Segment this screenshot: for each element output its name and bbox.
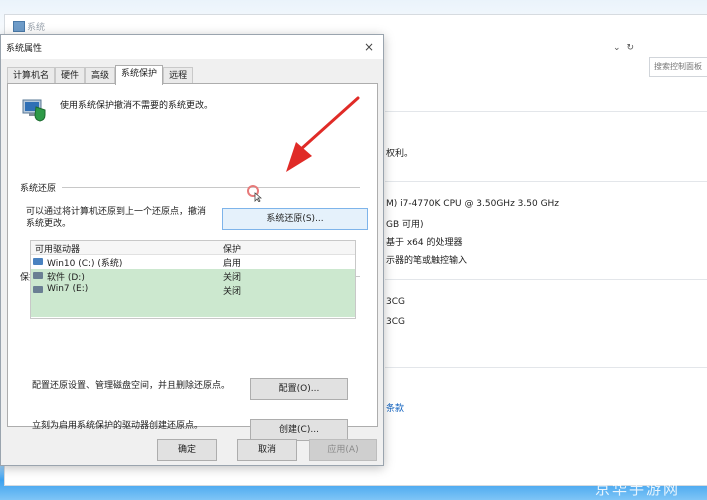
divider	[385, 279, 707, 280]
create-button[interactable]: 创建(C)...	[250, 419, 348, 441]
drive-status: 启用	[223, 259, 242, 269]
list-item[interactable]: Win10 (C:) (系统) 启用	[31, 255, 355, 269]
tab-hardware[interactable]: 硬件	[55, 67, 86, 84]
product-id-text: 3CG	[386, 317, 405, 327]
drive-icon	[33, 286, 43, 293]
search-input[interactable]: 搜索控制面板	[649, 57, 707, 77]
intro-text: 使用系统保护撤消不需要的系统更改。	[60, 101, 214, 111]
column-protection[interactable]: 保护	[223, 242, 241, 255]
loading-cursor-icon	[247, 185, 262, 202]
drive-name: Win7 (E:)	[47, 284, 89, 294]
drive-icon	[33, 258, 43, 265]
close-button[interactable]: ×	[355, 35, 383, 59]
list-item[interactable]: 软件 (D:) 关闭 Win7 (E:) 关闭	[31, 269, 355, 317]
rights-text: 权利。	[386, 149, 414, 159]
configure-button[interactable]: 配置(O)...	[250, 378, 348, 400]
refresh-icon[interactable]: ↻	[627, 43, 635, 53]
tab-computer-name[interactable]: 计算机名	[7, 67, 56, 84]
dialog-title: 系统属性	[6, 44, 43, 54]
list-header: 可用驱动器 保护	[31, 241, 355, 255]
config-description: 配置还原设置、管理磁盘空间，并且删除还原点。	[32, 381, 231, 391]
restore-group-label: 系统还原	[20, 181, 63, 194]
terms-link[interactable]: 条款	[386, 401, 404, 414]
system-type-text: 基于 x64 的处理器	[386, 238, 463, 248]
pen-touch-text: 示器的笔或触控输入	[386, 256, 468, 266]
tab-remote[interactable]: 远程	[163, 67, 194, 84]
ram-text: GB 可用)	[386, 220, 424, 230]
system-protection-panel: 使用系统保护撤消不需要的系统更改。 系统还原 可以通过将计算机还原到上一个还原点…	[7, 83, 378, 441]
restore-description: 可以通过将计算机还原到上一个还原点，撤消 系统更改。	[26, 207, 207, 229]
tab-system-protection[interactable]: 系统保护	[115, 65, 164, 85]
system-restore-button[interactable]: 系统还原(S)...	[222, 208, 368, 230]
control-panel-title: 系统	[27, 22, 46, 33]
drive-icon	[33, 272, 43, 279]
group-divider	[20, 187, 360, 188]
column-drives[interactable]: 可用驱动器	[35, 242, 80, 255]
system-properties-dialog: 系统属性 × 计算机名 硬件 高级 系统保护 远程 使用系统保护撤消不需要的系统…	[0, 34, 384, 466]
drive-status: 关闭	[223, 287, 242, 297]
product-id-text: 3CG	[386, 297, 405, 307]
drive-name: Win10 (C:) (系统)	[47, 259, 123, 269]
drive-name: 软件 (D:)	[47, 273, 85, 283]
tab-bar: 计算机名 硬件 高级 系统保护 远程	[7, 65, 194, 85]
watermark-text: 京华手游网	[595, 480, 681, 498]
tab-advanced[interactable]: 高级	[85, 67, 116, 84]
drive-status: 关闭	[223, 273, 242, 283]
cancel-button[interactable]: 取消	[237, 439, 297, 461]
divider	[385, 181, 707, 182]
dialog-titlebar: 系统属性 ×	[1, 35, 383, 59]
system-icon	[13, 21, 25, 32]
drive-list[interactable]: 可用驱动器 保护 Win10 (C:) (系统) 启用 软件 (D:) 关闭 W…	[30, 240, 356, 319]
address-bar-controls: ⌄ ↻	[613, 43, 634, 53]
cpu-text: M) i7-4770K CPU @ 3.50GHz 3.50 GHz	[386, 199, 560, 209]
divider	[385, 367, 707, 368]
chevron-down-icon[interactable]: ⌄	[613, 43, 621, 53]
ok-button[interactable]: 确定	[157, 439, 217, 461]
create-description: 立刻为启用系统保护的驱动器创建还原点。	[32, 421, 204, 431]
system-protection-icon	[22, 99, 46, 122]
divider	[385, 111, 707, 112]
apply-button[interactable]: 应用(A)	[309, 439, 377, 461]
